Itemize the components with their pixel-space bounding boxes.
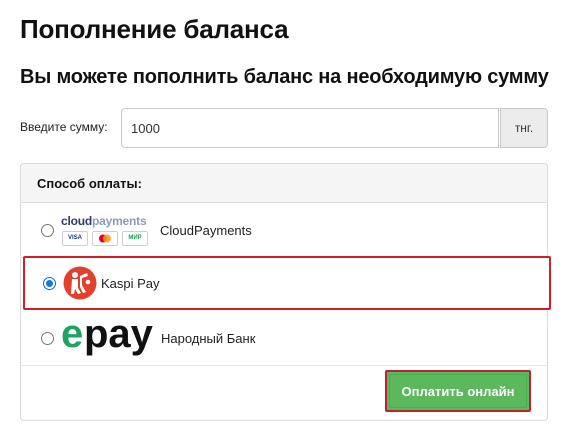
kaspi-label: Kaspi Pay	[101, 275, 160, 291]
epay-logo-icon: e pay	[61, 319, 154, 356]
pay-online-button[interactable]: Оплатить онлайн	[385, 370, 531, 412]
epay-radio[interactable]	[41, 332, 54, 345]
payment-option-cloudpayments[interactable]: cloudpayments VISA МИР CloudPayments	[21, 204, 547, 258]
currency-addon: тнг.	[500, 108, 548, 148]
cloudpayments-radio[interactable]	[41, 224, 54, 237]
epay-e-glyph: e	[61, 319, 83, 356]
pay-online-button-label: Оплатить онлайн	[389, 374, 527, 408]
page-subtitle: Вы можете пополнить баланс на необходиму…	[20, 66, 549, 88]
cloudpayments-wordmark: cloudpayments	[61, 213, 147, 228]
kaspi-radio[interactable]	[43, 276, 56, 290]
amount-input[interactable]	[121, 108, 499, 148]
amount-row: Введите сумму: тнг.	[20, 108, 548, 148]
svg-text:pay: pay	[84, 319, 154, 356]
amount-label: Введите сумму:	[20, 120, 108, 134]
kaspi-logo-icon	[63, 266, 97, 300]
page-title: Пополнение баланса	[20, 14, 289, 44]
payment-option-kaspi[interactable]: Kaspi Pay	[23, 256, 551, 310]
mastercard-icon	[92, 230, 118, 246]
payment-method-panel: Способ оплаты: cloudpayments VISA МИР Cl…	[20, 163, 551, 421]
mir-card-icon: МИР	[122, 230, 148, 246]
epay-label: Народный Банк	[161, 331, 256, 346]
payment-option-epay[interactable]: e pay Народный Банк	[21, 312, 547, 366]
card-brands: VISA МИР	[62, 230, 148, 246]
mastercard-circles-icon	[99, 234, 111, 242]
cloudpayments-logo: cloudpayments VISA МИР	[61, 214, 157, 248]
cloudpayments-label: CloudPayments	[160, 223, 252, 238]
payment-method-header: Способ оплаты:	[21, 164, 547, 203]
visa-card-icon: VISA	[62, 230, 88, 246]
